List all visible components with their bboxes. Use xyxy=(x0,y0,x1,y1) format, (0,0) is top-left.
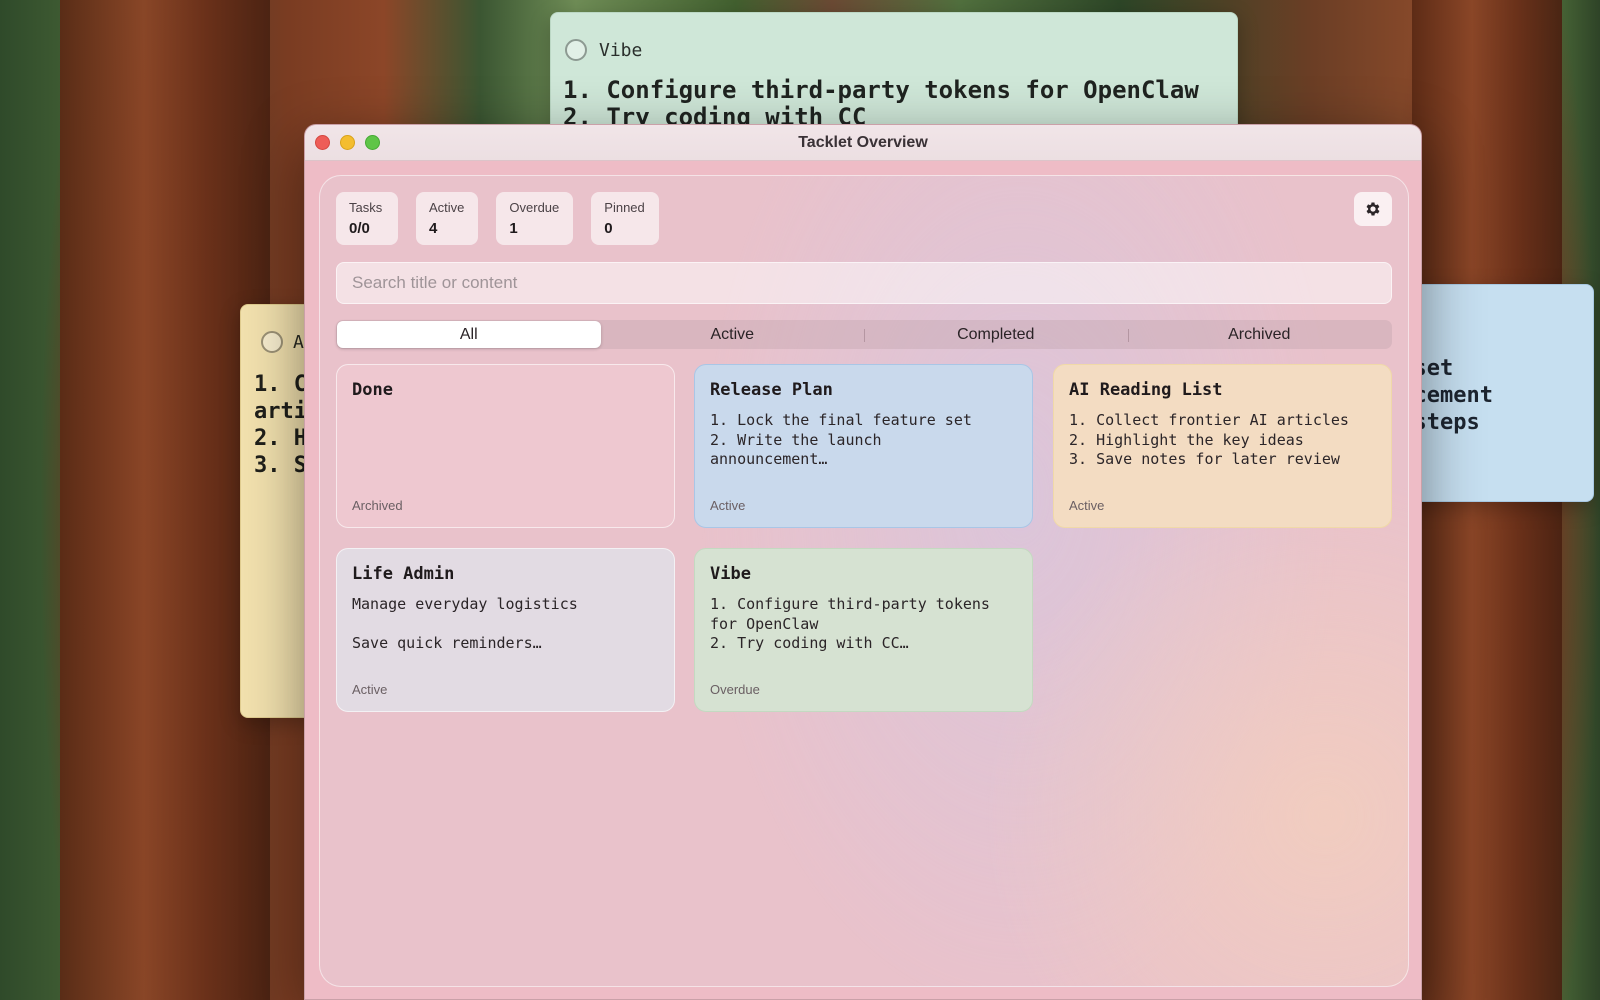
filter-archived[interactable]: Archived xyxy=(1127,321,1392,348)
stat-tasks: Tasks 0/0 xyxy=(336,192,398,245)
background-tree-trunk xyxy=(60,0,270,1000)
card-title: Life Admin xyxy=(352,564,455,584)
gear-icon xyxy=(1366,202,1380,216)
status-filter: All Active Completed Archived xyxy=(336,320,1392,349)
stat-value: 4 xyxy=(429,220,438,237)
card-title: Release Plan xyxy=(710,380,833,400)
task-card-done[interactable]: Done Archived xyxy=(336,364,675,528)
card-body: 1. Configure third-party tokens for Open… xyxy=(710,595,990,652)
card-status: Overdue xyxy=(710,682,760,697)
search-input[interactable] xyxy=(336,262,1392,304)
close-window-button[interactable] xyxy=(315,135,330,150)
filter-all[interactable]: All xyxy=(337,321,601,348)
complete-toggle-icon[interactable] xyxy=(565,39,587,61)
stat-active: Active 4 xyxy=(416,192,479,245)
tacklet-overview-window: Tacklet Overview Tasks 0/0 Active 4 Over… xyxy=(304,124,1422,1000)
task-card-release-plan[interactable]: Release Plan 1. Lock the final feature s… xyxy=(694,364,1033,528)
minimize-window-button[interactable] xyxy=(340,135,355,150)
card-status: Active xyxy=(1069,498,1105,513)
card-title: Vibe xyxy=(710,564,751,584)
stat-overdue: Overdue 1 xyxy=(496,192,574,245)
note-title: Vibe xyxy=(599,39,643,61)
complete-toggle-icon[interactable] xyxy=(261,331,283,353)
stat-value: 0 xyxy=(604,220,613,237)
stat-label: Overdue xyxy=(509,200,560,215)
stats-bar: Tasks 0/0 Active 4 Overdue 1 Pinned 0 xyxy=(336,192,659,245)
background-note-release-plan[interactable]: e set uncement e steps xyxy=(1404,284,1594,502)
task-card-vibe[interactable]: Vibe 1. Configure third-party tokens for… xyxy=(694,548,1033,712)
card-status: Active xyxy=(352,682,388,697)
card-body: 1. Lock the final feature set 2. Write t… xyxy=(710,411,972,468)
card-body: Manage everyday logistics Save quick rem… xyxy=(352,595,578,652)
overview-panel: Tasks 0/0 Active 4 Overdue 1 Pinned 0 Se… xyxy=(319,175,1409,987)
stat-pinned: Pinned 0 xyxy=(591,192,659,245)
note-header: Vibe xyxy=(551,13,1237,61)
note-title: A xyxy=(293,331,304,353)
filter-active[interactable]: Active xyxy=(601,321,865,348)
stat-value: 1 xyxy=(509,220,518,237)
settings-button[interactable] xyxy=(1354,192,1392,226)
stat-value: 0/0 xyxy=(349,220,370,237)
stat-label: Tasks xyxy=(349,200,383,215)
card-title: Done xyxy=(352,380,393,400)
background-note-vibe[interactable]: Vibe 1. Configure third-party tokens for… xyxy=(550,12,1238,142)
card-status: Archived xyxy=(352,498,403,513)
window-title: Tacklet Overview xyxy=(798,133,928,151)
stat-label: Pinned xyxy=(604,200,645,215)
zoom-window-button[interactable] xyxy=(365,135,380,150)
stat-label: Active xyxy=(429,200,465,215)
task-card-ai-reading-list[interactable]: AI Reading List 1. Collect frontier AI a… xyxy=(1053,364,1392,528)
card-title: AI Reading List xyxy=(1069,380,1223,400)
filter-completed[interactable]: Completed xyxy=(864,321,1128,348)
note-body: e set uncement e steps xyxy=(1405,356,1493,435)
note-body: 1. Configure third-party tokens for Open… xyxy=(563,76,1199,131)
task-card-life-admin[interactable]: Life Admin Manage everyday logistics Sav… xyxy=(336,548,675,712)
card-body: 1. Collect frontier AI articles 2. Highl… xyxy=(1069,411,1349,468)
title-bar[interactable]: Tacklet Overview xyxy=(305,125,1421,161)
card-status: Active xyxy=(710,498,746,513)
window-controls xyxy=(315,135,380,150)
